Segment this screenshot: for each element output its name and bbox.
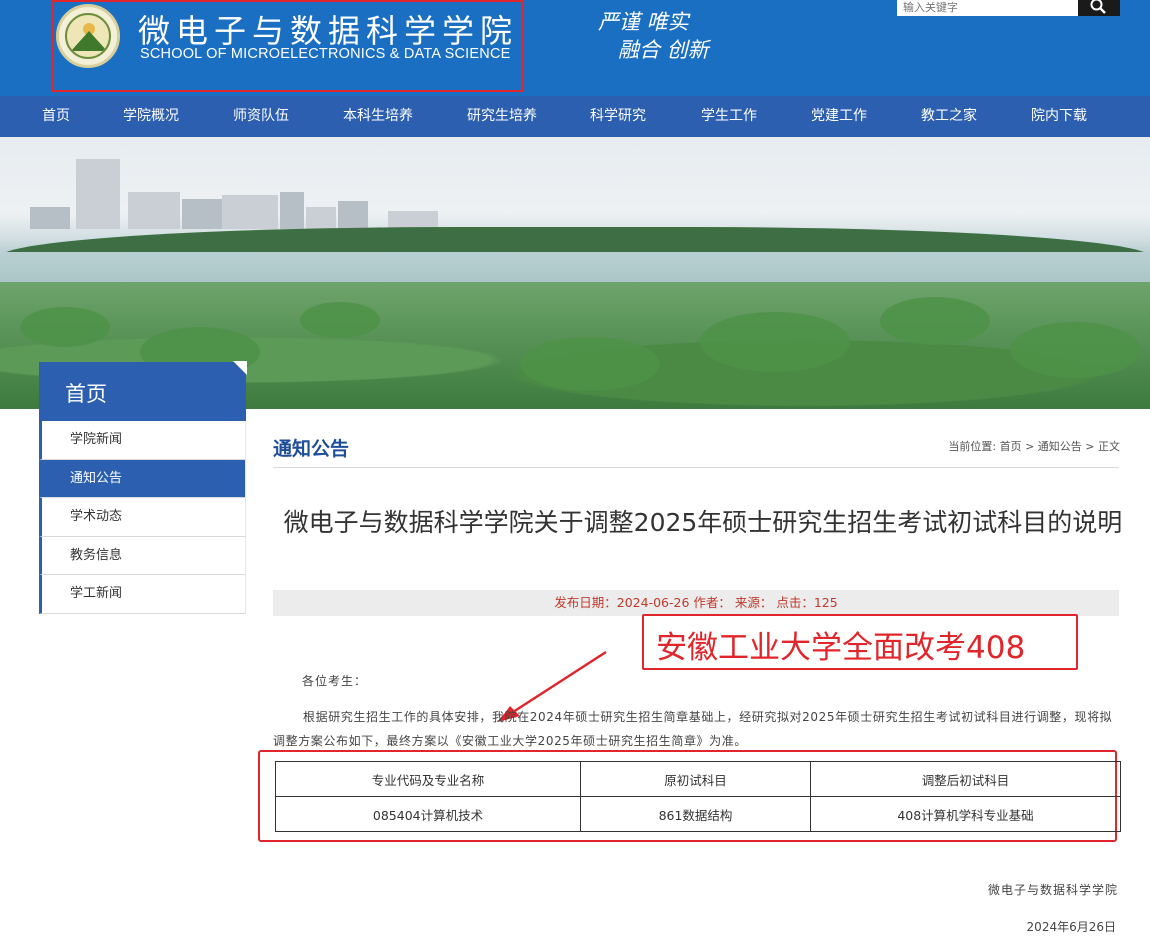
nav-item-student-affairs[interactable]: 学生工作: [701, 96, 757, 137]
school-seal-icon[interactable]: [56, 4, 120, 68]
sidebar-item-academic[interactable]: 学术动态: [39, 498, 246, 537]
nav-item-party[interactable]: 党建工作: [811, 96, 867, 137]
section-title: 通知公告: [273, 438, 350, 460]
breadcrumb-sep: >: [1025, 440, 1035, 453]
search-button[interactable]: [1078, 0, 1120, 16]
nav-item-downloads[interactable]: 院内下载: [1031, 96, 1087, 137]
sidebar-item-teaching[interactable]: 教务信息: [39, 536, 246, 576]
breadcrumb-sep: >: [1085, 440, 1095, 453]
table-header-row: 专业代码及专业名称 原初试科目 调整后初试科目: [275, 761, 1121, 797]
site-header: 微电子与数据科学学院 SCHOOL OF MICROELECTRONICS & …: [0, 0, 1150, 96]
breadcrumb-section[interactable]: 通知公告: [1038, 440, 1082, 453]
annotation-box: 安徽工业大学全面改考408: [642, 614, 1078, 670]
table-cell: 408计算机学科专业基础: [810, 796, 1121, 832]
annotation-text: 安徽工业大学全面改考408: [656, 630, 1026, 666]
search-icon: [1090, 0, 1106, 14]
main-nav: 首页 学院概况 师资队伍 本科生培养 研究生培养 科学研究 学生工作 党建工作 …: [0, 96, 1150, 137]
table-cell: 861数据结构: [580, 796, 811, 832]
article-paragraph: 根据研究生招生工作的具体安排，我院在2024年硕士研究生招生简章基础上，经研究拟…: [273, 710, 1113, 748]
breadcrumb: 当前位置: 首页 > 通知公告 > 正文: [948, 438, 1120, 454]
sidebar-item-student-news[interactable]: 学工新闻: [39, 575, 246, 614]
article-title: 微电子与数据科学学院关于调整2025年硕士研究生招生考试初试科目的说明: [283, 508, 1123, 537]
nav-item-undergrad[interactable]: 本科生培养: [343, 96, 413, 137]
school-motto: 严谨 唯实 融合 创新: [598, 8, 709, 64]
seal-mountain: [71, 31, 107, 51]
nav-item-home[interactable]: 首页: [42, 96, 70, 137]
table-header-cell: 原初试科目: [580, 761, 811, 797]
nav-item-about[interactable]: 学院概况: [123, 96, 179, 137]
breadcrumb-prefix: 当前位置:: [948, 440, 997, 453]
table-header-cell: 调整后初试科目: [810, 761, 1121, 797]
article-meta: 发布日期：2024-06-26 作者： 来源： 点击：125: [273, 590, 1119, 616]
motto-line-2: 融合 创新: [618, 38, 709, 62]
sidebar-list: 学院新闻 通知公告 学术动态 教务信息 学工新闻: [39, 421, 246, 614]
seal-inner: [65, 13, 111, 59]
nav-item-graduate[interactable]: 研究生培养: [467, 96, 537, 137]
motto-line-1: 严谨 唯实: [598, 10, 689, 34]
sidebar-title[interactable]: 首页: [39, 361, 247, 421]
table-header-cell: 专业代码及专业名称: [275, 761, 581, 797]
table-cell: 085404计算机技术: [275, 796, 581, 832]
sidebar-item-news[interactable]: 学院新闻: [39, 421, 246, 460]
school-name-en[interactable]: SCHOOL OF MICROELECTRONICS & DATA SCIENC…: [140, 46, 510, 62]
nav-item-research[interactable]: 科学研究: [590, 96, 646, 137]
breadcrumb-current: 正文: [1098, 440, 1120, 453]
section-divider: [273, 467, 1119, 468]
nav-item-staff[interactable]: 教工之家: [921, 96, 977, 137]
subjects-table: 专业代码及专业名称 原初试科目 调整后初试科目 085404计算机技术 861数…: [275, 761, 1121, 832]
greeting: 各位考生：: [302, 674, 368, 688]
nav-item-faculty[interactable]: 师资队伍: [233, 96, 289, 137]
search-input[interactable]: [897, 0, 1078, 16]
table-row: 085404计算机技术 861数据结构 408计算机学科专业基础: [275, 796, 1121, 832]
signature-date: 2024年6月26日: [1026, 920, 1116, 934]
sidebar-item-notices[interactable]: 通知公告: [39, 459, 246, 499]
breadcrumb-home[interactable]: 首页: [1000, 440, 1022, 453]
signature: 微电子与数据科学学院: [987, 883, 1118, 897]
